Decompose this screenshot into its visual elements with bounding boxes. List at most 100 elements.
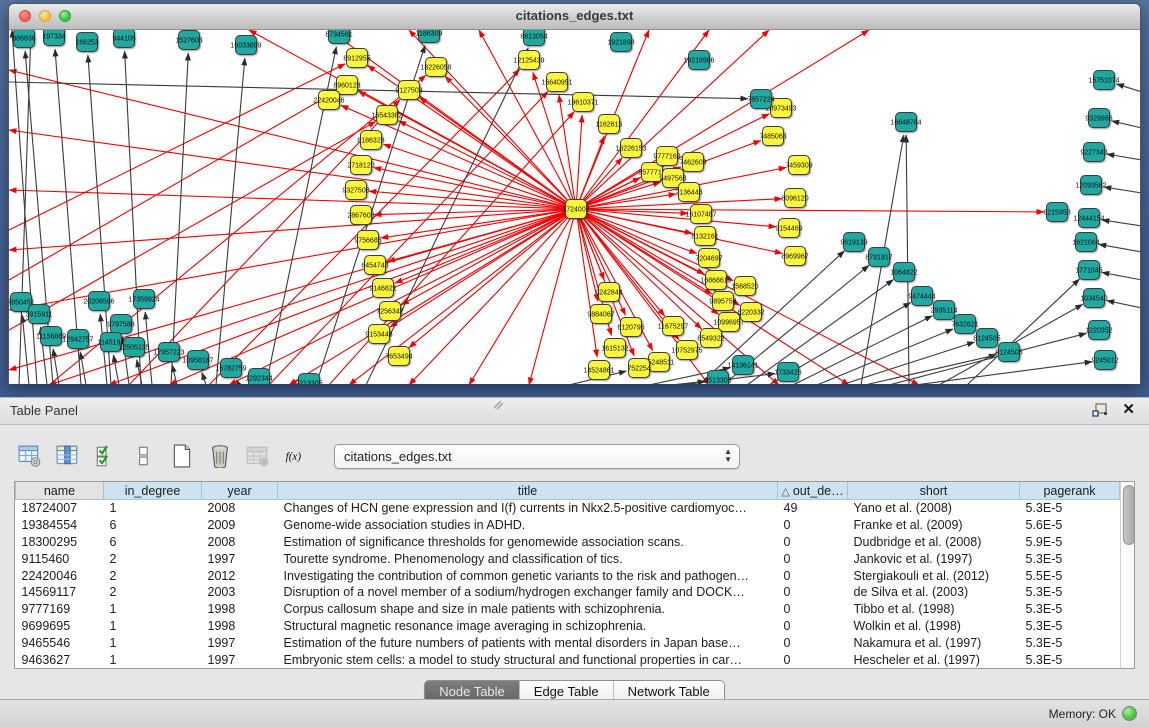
graph-node[interactable]: 8969967 — [781, 247, 808, 266]
graph-node[interactable]: 9127503 — [395, 81, 422, 100]
graph-node[interactable]: 16033809 — [230, 36, 261, 55]
graph-node[interactable]: 1162615 — [596, 115, 623, 134]
column-header-title[interactable]: title — [278, 482, 778, 500]
graph-edge[interactable] — [1099, 244, 1140, 252]
graph-edge[interactable] — [529, 219, 573, 384]
table-row[interactable]: 1938455462009Genome-wide association stu… — [16, 517, 1120, 534]
graph-node[interactable]: 8132161 — [691, 227, 718, 246]
float-panel-icon[interactable] — [1092, 403, 1108, 418]
graph-node[interactable]: 16640951 — [541, 73, 572, 92]
graph-edge[interactable] — [585, 30, 869, 204]
graph-edge[interactable] — [171, 53, 188, 384]
graph-node[interactable]: 16782759 — [215, 359, 246, 378]
graph-edge[interactable] — [1107, 301, 1140, 308]
graph-node[interactable]: 16648784 — [890, 113, 921, 132]
graph-edge[interactable] — [841, 342, 975, 384]
graph-node[interactable]: 9756685 — [354, 231, 381, 250]
graph-edge[interactable] — [915, 362, 1092, 384]
graph-node[interactable]: 12942757 — [62, 330, 93, 349]
graph-node[interactable]: 9513305 — [704, 371, 731, 385]
graph-node[interactable]: 166253 — [75, 33, 98, 52]
graph-node[interactable]: 8124505 — [973, 329, 1000, 348]
graph-node[interactable]: 8549322 — [697, 329, 724, 348]
graph-node[interactable]: 1568520 — [731, 277, 758, 296]
graph-node[interactable]: 12444154 — [1073, 209, 1104, 228]
graph-node[interactable]: 1064822 — [890, 263, 917, 282]
column-header-year[interactable]: year — [202, 482, 278, 500]
graph-node[interactable]: 12093582 — [1075, 176, 1106, 195]
column-header-short[interactable]: short — [848, 482, 1020, 500]
graph-edge[interactable] — [172, 365, 177, 384]
graph-node[interactable]: 7632621 — [951, 315, 978, 334]
graph-node[interactable]: 944105 — [112, 30, 135, 48]
graph-node[interactable]: 7653494 — [385, 347, 412, 366]
graph-edge[interactable] — [559, 95, 575, 199]
graph-edge[interactable] — [583, 158, 623, 202]
graph-edge[interactable] — [390, 214, 568, 327]
graph-node[interactable]: 16543382 — [371, 106, 402, 125]
graph-node[interactable]: 2136448 — [675, 183, 702, 202]
graph-node[interactable]: 9227343 — [1080, 143, 1107, 162]
graph-node[interactable]: 1186309 — [416, 30, 443, 43]
graph-node[interactable]: 8220332 — [737, 303, 764, 322]
graph-edge[interactable] — [1107, 154, 1140, 160]
graph-node[interactable]: 9884067 — [587, 305, 614, 324]
table-row[interactable]: 946362711997Embryonic stem cells: a mode… — [16, 651, 1120, 668]
graph-node[interactable]: 9213305 — [295, 374, 322, 385]
graph-node[interactable]: 1615132 — [601, 339, 628, 358]
graph-node[interactable]: 17359924 — [128, 290, 159, 309]
graph-edge[interactable] — [1102, 272, 1140, 280]
graph-node[interactable]: 10752975 — [671, 341, 702, 360]
scrollbar-thumb[interactable] — [1123, 485, 1135, 545]
graph-edge[interactable] — [906, 135, 909, 384]
select-all-rows-icon[interactable] — [90, 440, 122, 472]
table-row[interactable]: 2242004622012Investigating the contribut… — [16, 567, 1120, 584]
graph-node[interactable]: 9245012 — [1091, 351, 1118, 370]
column-header-out_degree[interactable]: △out_de… — [778, 482, 848, 500]
graph-node[interactable]: 1220352 — [1085, 321, 1112, 340]
graph-node[interactable]: 752254 — [627, 359, 650, 378]
graph-node[interactable]: 7462609 — [679, 153, 706, 172]
graph-node[interactable]: 9619139 — [840, 233, 867, 252]
graph-node[interactable]: 1292344 — [245, 369, 272, 385]
panel-resize-grip[interactable] — [492, 400, 504, 410]
graph-node[interactable]: 9146821 — [369, 279, 396, 298]
table-row[interactable]: 1830029562008Estimation of significance … — [16, 534, 1120, 551]
graph-node[interactable]: 9124505 — [995, 343, 1022, 362]
graph-edge[interactable] — [9, 91, 336, 280]
close-panel-icon[interactable]: ✕ — [1122, 402, 1135, 418]
graph-node[interactable]: 8096120 — [781, 189, 808, 208]
graph-edge[interactable] — [469, 218, 571, 384]
graph-node[interactable]: 1034540 — [1080, 289, 1107, 308]
graph-edge[interactable] — [125, 51, 141, 384]
graph-node[interactable]: 886836 — [12, 30, 35, 48]
column-header-name[interactable]: name — [16, 482, 104, 500]
graph-node[interactable]: 12125439 — [513, 51, 544, 70]
show-columns-icon[interactable] — [52, 440, 84, 472]
graph-node[interactable]: 197334 — [42, 30, 65, 46]
create-column-icon[interactable] — [166, 440, 198, 472]
graph-edge[interactable] — [577, 219, 597, 357]
table-row[interactable]: 977716911998Corpus callosum shape and si… — [16, 601, 1120, 618]
graph-node[interactable]: 1771045 — [1075, 261, 1102, 280]
graph-node[interactable]: 9242844 — [595, 283, 622, 302]
memory-indicator-icon[interactable] — [1122, 706, 1137, 721]
graph-node[interactable]: 9329966 — [1085, 109, 1112, 128]
function-builder-icon[interactable]: f(x) — [280, 440, 312, 472]
graph-edge[interactable] — [9, 82, 748, 99]
unselect-all-rows-icon[interactable] — [128, 440, 160, 472]
graph-node[interactable]: 7204697 — [695, 249, 722, 268]
graph-node[interactable]: 7256342 — [376, 302, 403, 321]
graph-edge[interactable] — [865, 355, 996, 384]
graph-edge[interactable] — [289, 214, 567, 384]
graph-node[interactable]: 9154469 — [775, 219, 802, 238]
graph-node[interactable]: 18226058 — [420, 58, 451, 77]
graph-node[interactable]: 16226153 — [615, 139, 646, 158]
graph-node[interactable]: 8186328 — [357, 131, 384, 150]
graph-edge[interactable] — [22, 315, 29, 384]
graph-edge[interactable] — [49, 212, 567, 384]
table-mode-icon[interactable] — [14, 440, 46, 472]
graph-node[interactable]: 19218986 — [683, 51, 714, 70]
network-canvas[interactable]: 1724007182260589127503165433828186328271… — [9, 30, 1140, 384]
table-row[interactable]: 1872400712008Changes of HCN gene express… — [16, 500, 1120, 517]
